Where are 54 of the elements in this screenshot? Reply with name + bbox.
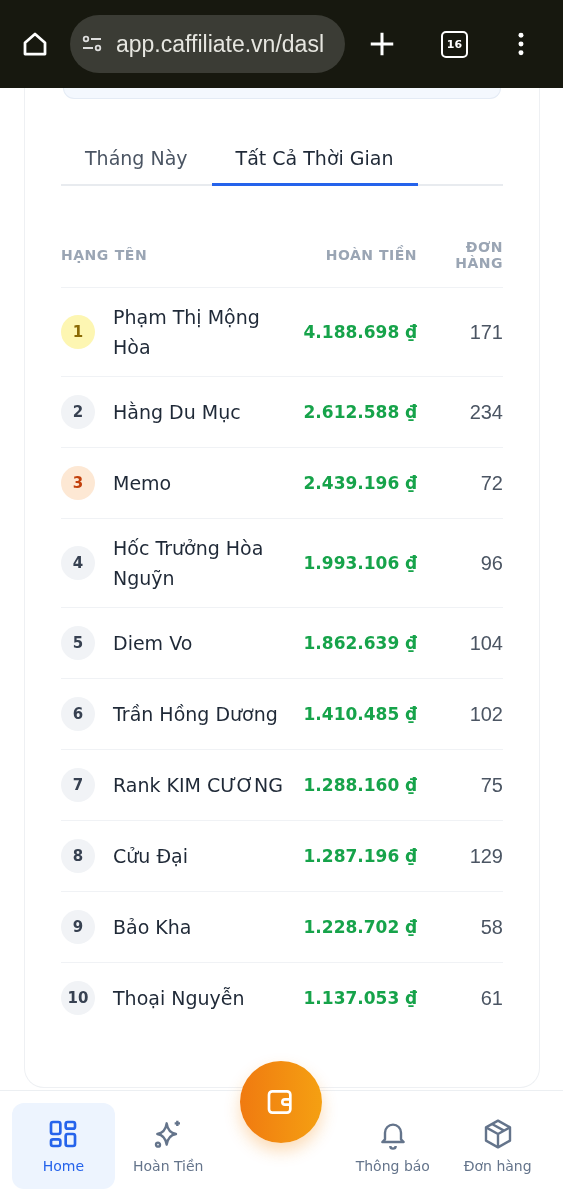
- nav-item[interactable]: Đơn hàng: [446, 1102, 550, 1189]
- rank-badge: 5: [61, 626, 95, 660]
- order-count: 171: [468, 320, 503, 344]
- nav-item[interactable]: Hoàn Tiền: [116, 1102, 220, 1189]
- rank-badge: 1: [61, 315, 95, 349]
- column-header: HOÀN TIỀN: [324, 246, 417, 263]
- column-header: ĐƠN HÀNG: [454, 238, 503, 271]
- user-name: Rank KIM CƯƠNG: [113, 773, 284, 798]
- column-header: TÊN: [114, 246, 148, 263]
- rank-badge: 4: [61, 546, 95, 580]
- order-count: 72: [479, 471, 503, 495]
- period-tab[interactable]: Tất Cả Thời Gian: [211, 137, 418, 186]
- nav-item[interactable]: Home: [12, 1102, 115, 1189]
- user-name: Phạm Thị Mộng Hòa: [113, 305, 261, 360]
- rank-badge: 10: [61, 981, 95, 1015]
- order-count: 102: [468, 702, 503, 726]
- order-count: 75: [479, 773, 503, 797]
- tab-count-button[interactable]: 16: [441, 30, 468, 58]
- user-name: Hằng Du Mục: [113, 400, 242, 425]
- cashback-amount: 1.228.702 ₫: [302, 917, 417, 937]
- order-count: 96: [479, 551, 503, 575]
- user-name: Diem Vo: [113, 631, 194, 656]
- cashback-amount: 1.287.196 ₫: [302, 846, 417, 866]
- rank-badge: 9: [61, 910, 95, 944]
- url-text: app.caffiliate.vn/dasl: [116, 30, 324, 58]
- column-header: HẠNG: [61, 246, 109, 263]
- rank-badge: 6: [61, 697, 95, 731]
- cashback-amount: 1.410.485 ₫: [302, 704, 417, 724]
- cashback-amount: 4.188.698 ₫: [302, 322, 417, 342]
- user-name: Bảo Kha: [113, 915, 193, 940]
- cashback-amount: 1.288.160 ₫: [302, 775, 417, 795]
- cashback-amount: 1.993.106 ₫: [302, 553, 417, 573]
- cashback-amount: 1.862.639 ₫: [302, 633, 417, 653]
- cashback-amount: 2.612.588 ₫: [302, 402, 417, 422]
- rank-badge: 8: [61, 839, 95, 873]
- user-name: Memo: [113, 471, 173, 496]
- cashback-amount: 2.439.196 ₫: [302, 473, 417, 493]
- user-name: Trần Hồng Dương: [113, 702, 279, 727]
- order-count: 104: [468, 631, 503, 655]
- user-name: Thoại Nguyễn: [113, 986, 246, 1011]
- user-name: Hốc Trưởng Hòa Nguỹn: [113, 536, 265, 591]
- rank-badge: 3: [61, 466, 95, 500]
- order-count: 234: [468, 400, 503, 424]
- period-tab[interactable]: Tháng Này: [61, 137, 212, 186]
- wallet-button[interactable]: [239, 1060, 322, 1143]
- rank-badge: 7: [61, 768, 95, 802]
- nav-item[interactable]: Thông báo: [341, 1102, 445, 1189]
- order-count: 58: [479, 915, 503, 939]
- order-count: 61: [479, 986, 503, 1010]
- user-name: Cửu Đại: [113, 844, 190, 869]
- cashback-amount: 1.137.053 ₫: [302, 988, 417, 1008]
- address-bar[interactable]: app.caffiliate.vn/dasl: [70, 15, 345, 73]
- rank-badge: 2: [61, 395, 95, 429]
- order-count: 129: [468, 844, 503, 868]
